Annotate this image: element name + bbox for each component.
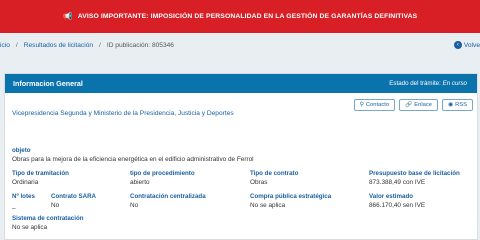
location-pin-icon: ⚲ <box>359 102 364 108</box>
field-value: 866.170,40 sen IVE <box>369 202 426 209</box>
panel-title: Informacion General <box>13 79 83 88</box>
status-label: Estado del trámite: <box>389 80 441 87</box>
field-label: Contrato SARA <box>51 193 97 200</box>
breadcrumb-results-link[interactable]: Resultados de licitación <box>24 42 93 49</box>
breadcrumb: icio / Resultados de licitación / ID pub… <box>0 33 480 57</box>
rss-icon: ◉ <box>448 102 454 108</box>
field-contratacion-centralizada: Contratación centralizada No <box>130 193 206 209</box>
process-status: Estado del trámite: En curso <box>389 80 467 87</box>
field-objeto: objeto Obras para la mejora de la eficie… <box>12 147 254 163</box>
field-tipo-contrato: Tipo de contrato Obras <box>250 170 298 186</box>
action-buttons: ⚲ Contacto 🔗 Enlace ◉ RSS <box>353 99 473 111</box>
field-label: Compra pública estratégica <box>250 193 332 200</box>
field-sistema-contratacion: Sistema de contratación No se aplica <box>12 215 84 231</box>
field-value: No <box>51 202 60 209</box>
rss-button[interactable]: ◉ RSS <box>442 99 473 111</box>
breadcrumb-current: ID publicación: 805346 <box>106 41 174 49</box>
field-label: tipo de procedimiento <box>130 170 195 177</box>
contact-button[interactable]: ⚲ Contacto <box>353 99 396 111</box>
field-value: No se aplica <box>250 202 286 209</box>
field-compra-publica: Compra pública estratégica No se aplica <box>250 193 331 209</box>
field-presupuesto: Presupuesto base de licitación 873.388,4… <box>369 170 460 186</box>
field-label: Tipo de contrato <box>250 170 299 177</box>
field-label: Presupuesto base de licitación <box>369 170 460 177</box>
contracting-body-link[interactable]: Vicepresidencia Segunda y Ministerio de … <box>12 110 234 117</box>
field-tipo-tramitacion: Tipo de tramitación Ordinaria <box>12 170 69 186</box>
field-value: _ <box>12 202 16 209</box>
field-value: No <box>130 202 139 209</box>
field-contrato-sara: Contrato SARA No <box>51 193 96 209</box>
back-arrow-icon: ‹ <box>453 41 462 49</box>
status-value: En curso <box>442 80 467 87</box>
field-value: Obras <box>250 179 268 186</box>
field-label: Sistema de contratación <box>12 215 84 222</box>
breadcrumb-separator: / <box>99 41 101 49</box>
field-value: Obras para la mejora de la eficiencia en… <box>12 156 254 163</box>
contact-button-label: Contacto <box>365 102 390 108</box>
important-notice-banner[interactable]: 📢 AVISO IMPORTANTE: IMPOSICIÓN DE PERSON… <box>0 0 480 33</box>
field-label: Nº lotes <box>12 193 35 200</box>
link-icon: 🔗 <box>405 102 413 108</box>
rss-button-label: RSS <box>455 102 467 108</box>
field-value: 873.388,49 con IVE <box>369 179 426 186</box>
general-info-panel: Informacion General Estado del trámite: … <box>4 73 478 240</box>
field-label: objeto <box>12 147 31 154</box>
field-value: abierto <box>130 179 150 186</box>
field-label: Valor estimado <box>369 193 414 200</box>
back-label: Volve <box>463 41 480 49</box>
field-label: Tipo de tramitación <box>12 170 69 177</box>
link-button-label: Enlace <box>414 102 433 108</box>
field-valor-estimado: Valor estimado 866.170,40 sen IVE <box>369 193 425 209</box>
field-label: Contratación centralizada <box>130 193 206 200</box>
breadcrumb-separator: / <box>15 41 18 49</box>
back-link[interactable]: ‹ Volve <box>453 41 480 49</box>
field-tipo-procedimiento: tipo de procedimiento abierto <box>130 170 195 186</box>
field-value: Ordinaria <box>12 179 39 186</box>
field-value: No se aplica <box>12 224 48 231</box>
notice-text: AVISO IMPORTANTE: IMPOSICIÓN DE PERSONAL… <box>77 13 418 20</box>
panel-header: Informacion General Estado del trámite: … <box>5 74 477 93</box>
field-n-lotes: Nº lotes _ <box>12 193 35 209</box>
megaphone-icon: 📢 <box>62 11 73 21</box>
breadcrumb-home-link[interactable]: icio <box>0 42 10 49</box>
link-button[interactable]: 🔗 Enlace <box>399 99 439 111</box>
